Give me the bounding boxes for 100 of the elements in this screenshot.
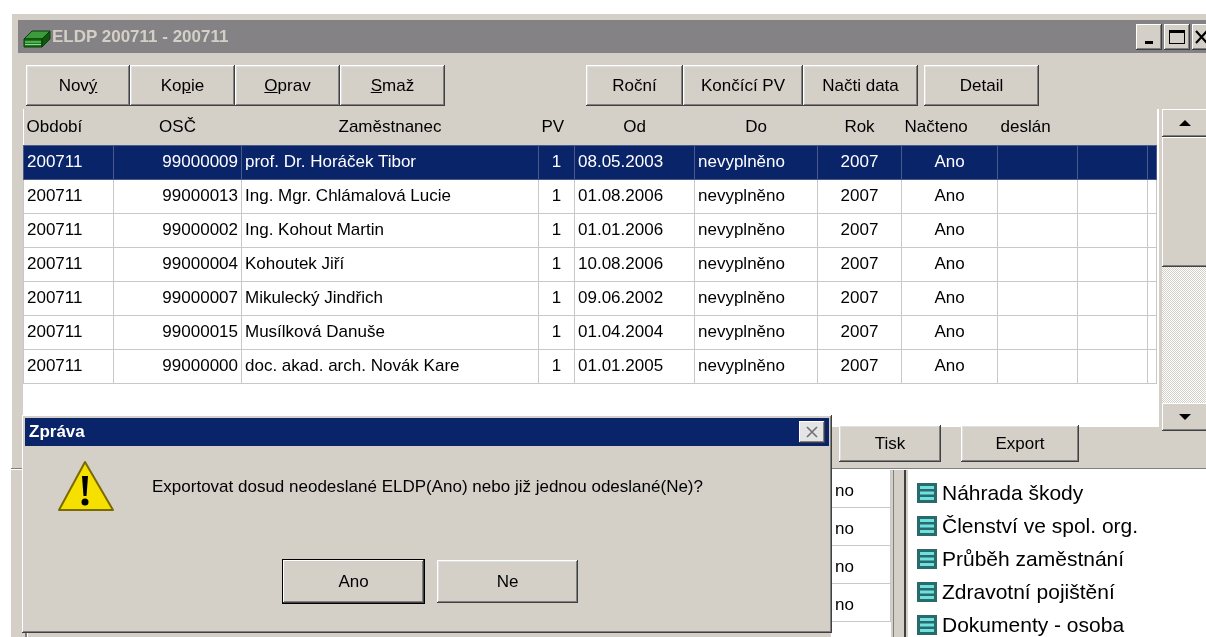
table-cell: 2007 — [840, 152, 879, 172]
table-row[interactable]: 200711 99000015 Musílková Danuše 1 01.04.2004 nevyplněno 2007 Ano — [23, 315, 1157, 349]
sidebar-item[interactable]: Průběh zaměstnání — [942, 542, 1125, 575]
sidebar-item[interactable]: Náhrada škody — [942, 476, 1084, 509]
warning-icon — [55, 460, 117, 514]
column-header: Načteno — [904, 117, 968, 136]
close-icon — [805, 425, 819, 439]
table-cell: 99000004 — [162, 254, 238, 274]
toolbar-button[interactable]: Nový — [26, 65, 130, 106]
toolbar-button[interactable]: Detail — [924, 65, 1039, 106]
table-cell: prof. Dr. Horáček Tibor — [245, 152, 416, 172]
table-cell: Ano — [934, 186, 965, 206]
table-cell: 10.08.2006 — [578, 254, 664, 274]
dialog-button[interactable]: Ano — [283, 560, 424, 603]
table-cell: nevyplněno — [698, 288, 785, 308]
table-cell: 09.06.2002 — [578, 288, 664, 308]
table-cell: 2007 — [840, 254, 879, 274]
table-row[interactable]: 200711 99000009 prof. Dr. Horáček Tibor 1 08.05.2003 nevyplněno 2007 Ano — [23, 145, 1157, 179]
close-button[interactable] — [799, 421, 825, 443]
table-cell: Musílková Danuše — [245, 322, 385, 342]
scrollbar-thumb[interactable] — [1162, 137, 1206, 267]
table-cell: nevyplněno — [698, 220, 785, 240]
table-cell: 2007 — [840, 220, 879, 240]
table-cell: 99000002 — [162, 220, 238, 240]
table-cell: Ing. Kohout Martin — [245, 220, 384, 240]
sidebar-item[interactable]: Zdravotní pojištění — [942, 575, 1115, 608]
table-row[interactable]: 200711 99000000 doc. akad. arch. Novák Kare 1 01.01.2005 nevyplněno 2007 Ano — [23, 349, 1157, 383]
table-cell: 1 — [551, 322, 562, 342]
sidebar-item[interactable]: Členství ve spol. org. — [942, 509, 1139, 542]
table-cell: nevyplněno — [698, 322, 785, 342]
table-icon — [916, 547, 938, 570]
table-cell: 200711 — [27, 288, 83, 308]
table-row[interactable]: 200711 99000004 Kohoutek Jiří 1 10.08.2006 nevyplněno 2007 Ano — [23, 247, 1157, 281]
toolbar-button[interactable]: Smaž — [340, 65, 445, 106]
table-cell: Kohoutek Jiří — [245, 254, 345, 274]
dialog-title: Zpráva — [29, 421, 85, 444]
action-button[interactable]: Export — [961, 425, 1079, 462]
toolbar-button[interactable]: Kopie — [130, 65, 235, 106]
table-cell: 1 — [551, 356, 562, 376]
table-cell: 200711 — [27, 152, 83, 172]
maximize-button[interactable] — [1164, 23, 1190, 50]
column-header: Zaměstnanec — [338, 117, 442, 136]
minimize-button[interactable] — [1136, 23, 1162, 50]
table-cell: Ano — [934, 356, 965, 376]
table-cell: 01.08.2006 — [578, 186, 664, 206]
column-header: Od — [623, 117, 646, 136]
toolbar-button[interactable]: Načti data — [803, 65, 918, 106]
table-cell: doc. akad. arch. Novák Kare — [245, 356, 460, 376]
table-cell: 200711 — [27, 220, 83, 240]
column-header: Rok — [844, 117, 875, 136]
maximize-icon — [1168, 28, 1186, 45]
dialog-button[interactable]: Ne — [437, 560, 578, 603]
table-cell: 1 — [551, 254, 562, 274]
table-cell: 200711 — [27, 254, 83, 274]
toolbar-button[interactable]: Oprav — [235, 65, 340, 106]
table-cell: 200711 — [27, 356, 83, 376]
arrow-up-icon — [1178, 119, 1192, 127]
scroll-down-button[interactable] — [1162, 403, 1206, 431]
splitter[interactable] — [893, 470, 906, 637]
table-cell: 200711 — [27, 186, 83, 206]
toolbar-button[interactable]: Roční — [586, 65, 683, 106]
table-row[interactable]: 200711 99000002 Ing. Kohout Martin 1 01.01.2006 nevyplněno 2007 Ano — [23, 213, 1157, 247]
column-header: PV — [541, 117, 565, 136]
table-cell: 01.01.2005 — [578, 356, 664, 376]
table-cell: 99000015 — [162, 322, 238, 342]
table-cell: Ano — [934, 152, 965, 172]
table-cell: 1 — [551, 152, 562, 172]
column-header: Do — [745, 117, 767, 136]
table-cell: 1 — [551, 288, 562, 308]
table-cell: 1 — [551, 186, 562, 206]
table-row[interactable]: 200711 99000007 Mikulecký Jindřich 1 09.06.2002 nevyplněno 2007 Ano — [23, 281, 1157, 315]
action-button[interactable]: Tisk — [839, 425, 941, 462]
table-cell: 99000013 — [162, 186, 238, 206]
table-cell: 08.05.2003 — [578, 152, 664, 172]
table-row[interactable]: 200711 99000013 Ing. Mgr. Chlámalová Lucie 1 01.08.2006 nevyplněno 2007 Ano — [23, 179, 1157, 213]
column-header: OSČ — [159, 117, 196, 136]
table-cell: 2007 — [840, 288, 879, 308]
toolbar-button[interactable]: Končící PV — [683, 65, 803, 106]
table-cell: 01.01.2006 — [578, 220, 664, 240]
minimize-icon — [1145, 40, 1153, 44]
table-cell: 99000007 — [162, 288, 238, 308]
table-cell: 99000009 — [162, 152, 238, 172]
table-cell: Ano — [934, 254, 965, 274]
arrow-down-icon — [1178, 413, 1192, 421]
column-header: Období — [26, 117, 83, 136]
close-icon — [1195, 28, 1206, 45]
window-title: ELDP 200711 - 200711 — [52, 25, 229, 48]
table-icon — [916, 580, 938, 603]
table-icon — [916, 514, 938, 537]
close-button[interactable] — [1192, 23, 1206, 50]
table-cell: Ano — [934, 220, 965, 240]
column-header: deslán — [1000, 117, 1051, 136]
sidebar-item[interactable]: Dokumenty - osoba — [942, 608, 1125, 637]
table-cell: 1 — [551, 220, 562, 240]
table-cell: 99000000 — [162, 356, 238, 376]
table-cell: Ano — [934, 322, 965, 342]
table-cell: nevyplněno — [698, 254, 785, 274]
scroll-up-button[interactable] — [1162, 109, 1206, 137]
table-cell: Ing. Mgr. Chlámalová Lucie — [245, 186, 451, 206]
table-cell: nevyplněno — [698, 152, 785, 172]
